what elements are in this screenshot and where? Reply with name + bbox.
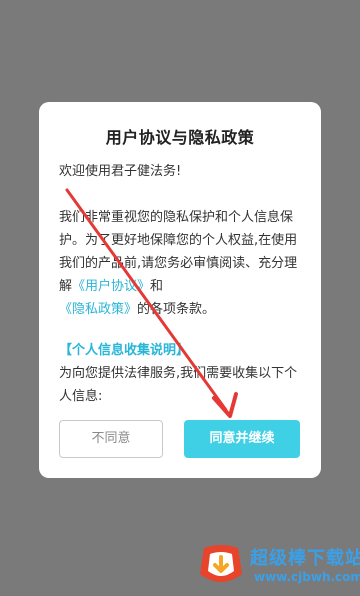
policy-dialog: 用户协议与隐私政策 欢迎使用君子健法务! 我们非常重视您的隐私保护和个人信息保护… — [39, 102, 321, 478]
user-agreement-link[interactable]: 《用户协议》 — [72, 279, 150, 294]
section-title: 【个人信息收集说明】 — [59, 343, 190, 358]
and-text: 和 — [150, 279, 164, 294]
policy-paragraph: 我们非常重视您的隐私保护和个人信息保护。为了更好地保障您的个人权益,在使用我们的… — [59, 206, 304, 321]
watermark-url: www.cjbwh.com — [254, 570, 360, 584]
download-site-logo-icon — [200, 545, 242, 582]
watermark: 超级棒下载站 www.cjbwh.com — [198, 540, 360, 592]
privacy-policy-link[interactable]: 《隐私政策》 — [59, 302, 137, 317]
welcome-text: 欢迎使用君子健法务! — [59, 164, 182, 179]
policy-paragraph-tail: 的各项条款。 — [137, 302, 216, 317]
section-body: 为向您提供法律服务,我们需要收集以下个人信息: — [59, 366, 298, 404]
watermark-title: 超级棒下载站 — [250, 548, 360, 569]
agree-continue-button[interactable]: 同意并继续 — [184, 420, 300, 458]
disagree-button[interactable]: 不同意 — [59, 420, 163, 458]
dialog-title: 用户协议与隐私政策 — [105, 128, 255, 147]
